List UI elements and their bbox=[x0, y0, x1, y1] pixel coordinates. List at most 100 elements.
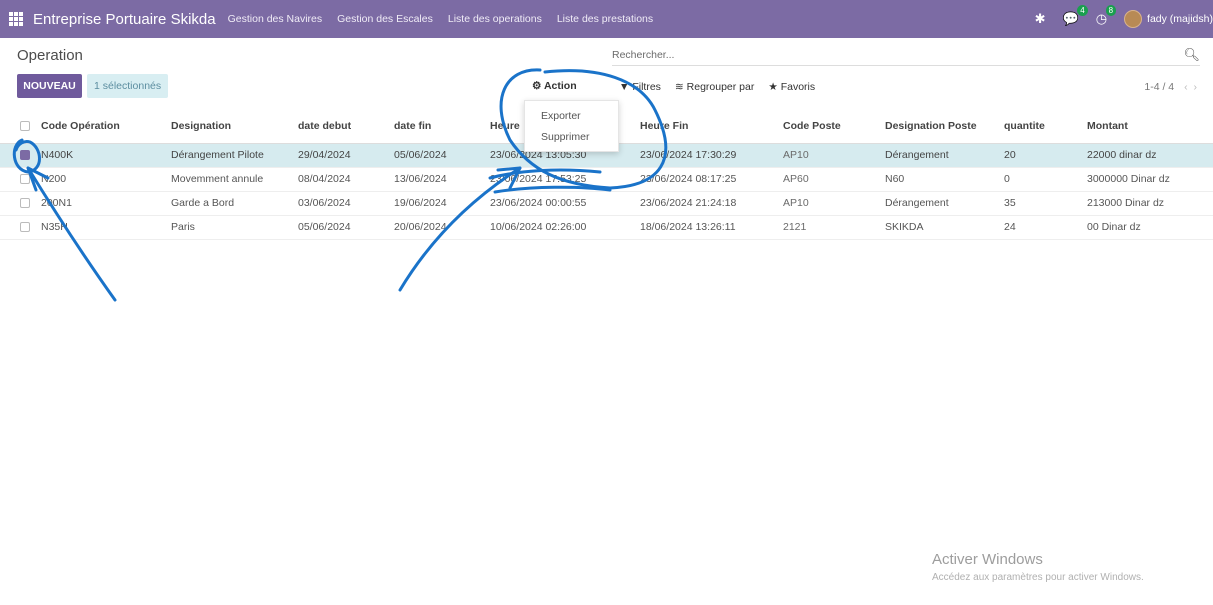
layers-icon: ≋ bbox=[674, 81, 684, 93]
cell-heure: 23/06/2024 17:53:25 bbox=[490, 167, 640, 192]
cell-date-fin: 19/06/2024 bbox=[394, 191, 490, 216]
col-date-debut[interactable]: date debut bbox=[298, 110, 394, 144]
cell-quantite: 24 bbox=[1004, 215, 1087, 240]
table-row[interactable]: 200N1 Garde a Bord 03/06/2024 19/06/2024… bbox=[0, 191, 1213, 216]
col-quantite[interactable]: quantite bbox=[1004, 110, 1087, 144]
windows-activation-watermark: Activer Windows Accédez aux paramètres p… bbox=[932, 551, 1144, 583]
groupby-button[interactable]: ≋ Regrouper par bbox=[675, 81, 754, 93]
cell-code-poste: AP10 bbox=[783, 143, 885, 168]
cell-heure-fin: 23/06/2024 17:30:29 bbox=[640, 143, 783, 168]
menu-liste-prestations[interactable]: Liste des prestations bbox=[557, 13, 653, 25]
action-label: Action bbox=[543, 80, 577, 92]
table-row[interactable]: N35H Paris 05/06/2024 20/06/2024 10/06/2… bbox=[0, 215, 1213, 240]
cell-designation: Paris bbox=[171, 215, 298, 240]
cell-date-fin: 13/06/2024 bbox=[394, 167, 490, 192]
pager: 1-4 / 4 ‹ › bbox=[1144, 81, 1197, 93]
debug-bug-icon[interactable]: ✱ bbox=[1035, 11, 1046, 27]
handdrawn-annotations bbox=[12, 68, 668, 302]
menu-gestion-navires[interactable]: Gestion des Navires bbox=[228, 13, 323, 25]
top-navbar: Entreprise Portuaire Skikda Gestion des … bbox=[0, 0, 1213, 38]
cell-designation: Dérangement Pilote bbox=[171, 143, 298, 168]
cell-designation: Movemment annule bbox=[171, 167, 298, 192]
cell-montant: 3000000 Dinar dz bbox=[1087, 167, 1213, 192]
cell-code: N35H bbox=[41, 215, 171, 240]
col-designation-poste[interactable]: Designation Poste bbox=[885, 110, 1004, 144]
new-button[interactable]: NOUVEAU bbox=[17, 74, 82, 98]
cell-heure-fin: 23/06/2024 08:17:25 bbox=[640, 167, 783, 192]
cell-designation-poste: Dérangement bbox=[885, 143, 1004, 168]
favorites-label: Favoris bbox=[780, 81, 816, 93]
action-button[interactable]: ⚙ Action bbox=[532, 80, 577, 92]
cell-quantite: 0 bbox=[1004, 167, 1087, 192]
col-code-poste[interactable]: Code Poste bbox=[783, 110, 885, 144]
cell-date-fin: 05/06/2024 bbox=[394, 143, 490, 168]
cell-heure-fin: 18/06/2024 13:26:11 bbox=[640, 215, 783, 240]
favorites-button[interactable]: ★ Favoris bbox=[768, 81, 815, 93]
cell-date-fin: 20/06/2024 bbox=[394, 215, 490, 240]
cell-montant: 00 Dinar dz bbox=[1087, 215, 1213, 240]
cell-quantite: 20 bbox=[1004, 143, 1087, 168]
selected-count-badge[interactable]: 1 sélectionnés bbox=[87, 74, 169, 98]
row-checkbox[interactable] bbox=[20, 150, 30, 161]
col-montant[interactable]: Montant bbox=[1087, 110, 1213, 144]
cell-quantite: 35 bbox=[1004, 191, 1087, 216]
cell-code: N200 bbox=[41, 167, 171, 192]
avatar[interactable] bbox=[1124, 10, 1143, 28]
cell-designation: Garde a Bord bbox=[171, 191, 298, 216]
col-designation[interactable]: Designation bbox=[171, 110, 298, 144]
page-title: Operation bbox=[17, 47, 83, 64]
filter-icon: ▼ bbox=[619, 81, 630, 93]
cell-code: N400K bbox=[41, 143, 171, 168]
cell-code-poste: 2121 bbox=[783, 215, 885, 240]
cell-designation-poste: Dérangement bbox=[885, 191, 1004, 216]
star-icon: ★ bbox=[768, 81, 778, 93]
cell-date-debut: 29/04/2024 bbox=[298, 143, 394, 168]
cell-code: 200N1 bbox=[41, 191, 171, 216]
cell-designation-poste: SKIKDA bbox=[885, 215, 1004, 240]
action-dropdown-menu: Exporter Supprimer bbox=[524, 100, 619, 152]
pager-next-icon[interactable]: › bbox=[1194, 81, 1198, 93]
select-all-checkbox[interactable] bbox=[20, 121, 30, 132]
cell-code-poste: AP60 bbox=[783, 167, 885, 192]
chat-icon[interactable]: 💬 4 bbox=[1063, 5, 1088, 27]
cell-montant: 22000 dinar dz bbox=[1087, 143, 1213, 168]
user-name[interactable]: fady (majidsh) bbox=[1147, 13, 1213, 25]
search-input[interactable] bbox=[612, 48, 1184, 61]
groupby-label: Regrouper par bbox=[686, 81, 755, 93]
apps-grid-icon[interactable] bbox=[9, 12, 23, 26]
row-checkbox[interactable] bbox=[20, 222, 30, 233]
app-brand[interactable]: Entreprise Portuaire Skikda bbox=[33, 11, 216, 28]
menu-item-exporter[interactable]: Exporter bbox=[525, 109, 618, 130]
cell-date-debut: 08/04/2024 bbox=[298, 167, 394, 192]
table-row[interactable]: N200 Movemment annule 08/04/2024 13/06/2… bbox=[0, 167, 1213, 192]
cell-heure-fin: 23/06/2024 21:24:18 bbox=[640, 191, 783, 216]
activity-clock-icon[interactable]: ◷ 8 bbox=[1096, 5, 1117, 27]
filters-button[interactable]: ▼ Filtres bbox=[619, 81, 661, 93]
cell-date-debut: 03/06/2024 bbox=[298, 191, 394, 216]
search-bar: 🔍︎ bbox=[612, 44, 1200, 66]
chat-badge: 4 bbox=[1077, 5, 1088, 16]
cell-heure: 23/06/2024 00:00:55 bbox=[490, 191, 640, 216]
cell-designation-poste: N60 bbox=[885, 167, 1004, 192]
filters-label: Filtres bbox=[632, 81, 661, 93]
cell-date-debut: 05/06/2024 bbox=[298, 215, 394, 240]
col-heure-fin[interactable]: Heure Fin bbox=[640, 110, 783, 144]
gear-icon: ⚙ bbox=[532, 80, 542, 92]
watermark-title: Activer Windows bbox=[932, 551, 1043, 568]
cell-heure: 10/06/2024 02:26:00 bbox=[490, 215, 640, 240]
row-checkbox[interactable] bbox=[20, 174, 30, 185]
activity-badge: 8 bbox=[1105, 5, 1117, 16]
col-date-fin[interactable]: date fin bbox=[394, 110, 490, 144]
pager-prev-icon[interactable]: ‹ bbox=[1184, 81, 1188, 93]
menu-gestion-escales[interactable]: Gestion des Escales bbox=[337, 13, 433, 25]
col-code-operation[interactable]: Code Opération bbox=[41, 110, 171, 144]
search-icon[interactable]: 🔍︎ bbox=[1183, 47, 1200, 63]
row-checkbox[interactable] bbox=[20, 198, 30, 209]
menu-item-supprimer[interactable]: Supprimer bbox=[525, 130, 618, 151]
menu-liste-operations[interactable]: Liste des operations bbox=[448, 13, 542, 25]
watermark-subtitle: Accédez aux paramètres pour activer Wind… bbox=[932, 572, 1144, 583]
pager-value[interactable]: 1-4 / 4 bbox=[1144, 81, 1174, 93]
cell-code-poste: AP10 bbox=[783, 191, 885, 216]
cell-montant: 213000 Dinar dz bbox=[1087, 191, 1213, 216]
search-options: ▼ Filtres ≋ Regrouper par ★ Favoris bbox=[619, 81, 815, 93]
